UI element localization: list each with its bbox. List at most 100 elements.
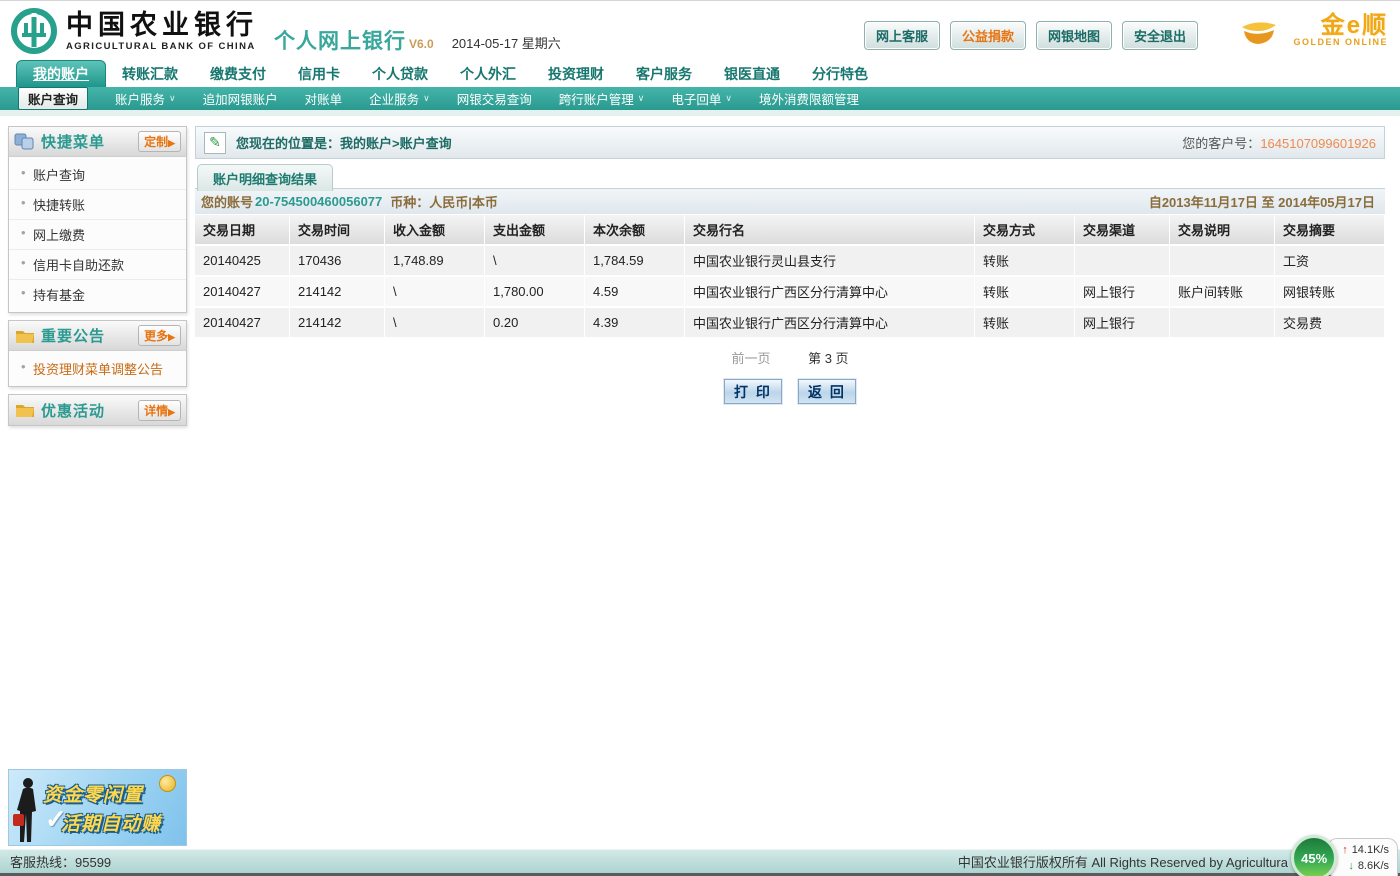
sub-nav-item[interactable]: 电子回单 ∨ bbox=[671, 89, 732, 108]
table-cell: 网上银行 bbox=[1075, 277, 1170, 308]
table-cell: 中国农业银行广西区分行清算中心 bbox=[685, 308, 975, 339]
more-notices-button[interactable]: 更多▶ bbox=[138, 325, 181, 346]
location-pencil-icon: ✎ bbox=[204, 131, 226, 154]
print-button[interactable]: 打 印 bbox=[724, 379, 782, 404]
copyright-text: 中国农业银行版权所有 All Rights Reserved by Agricu… bbox=[957, 855, 1288, 870]
table-cell: 转账 bbox=[975, 308, 1075, 339]
main-nav-item[interactable]: 信用卡 bbox=[282, 61, 356, 87]
quick-menu-box: 快捷菜单 定制▶ 账户查询快捷转账网上缴费信用卡自助还款持有基金 bbox=[8, 126, 187, 313]
details-button[interactable]: 详情▶ bbox=[138, 399, 181, 421]
quick-menu-list: 账户查询快捷转账网上缴费信用卡自助还款持有基金 bbox=[9, 157, 186, 312]
table-header-cell: 交易行名 bbox=[685, 215, 975, 246]
customer-number-value: 1645107099601926 bbox=[1260, 136, 1376, 151]
download-speed: 8.6K/s bbox=[1357, 860, 1389, 872]
table-header-cell: 交易时间 bbox=[290, 215, 385, 246]
main-nav-item[interactable]: 个人贷款 bbox=[356, 61, 444, 87]
table-cell: 20140427 bbox=[195, 277, 290, 308]
table-head: 交易日期 交易时间 收入金额 支出金额 本次余额 交易行名 交易方式 交易渠道 交易说明 交易摘要 bbox=[195, 215, 1385, 246]
promotions-header: 优惠活动 详情▶ bbox=[9, 395, 186, 425]
table-cell: 网银转账 bbox=[1275, 277, 1385, 308]
main-nav-item[interactable]: 投资理财 bbox=[532, 61, 620, 87]
sidebar: 快捷菜单 定制▶ 账户查询快捷转账网上缴费信用卡自助还款持有基金 重要公告 更多… bbox=[8, 126, 187, 433]
footer: 客服热线：95599 中国农业银行版权所有 All Rights Reserve… bbox=[0, 849, 1400, 873]
ad-banner[interactable]: 资金零闲置 ✓ 活期自动赚 bbox=[8, 769, 187, 846]
transactions-table: 交易日期 交易时间 收入金额 支出金额 本次余额 交易行名 交易方式 交易渠道 交易说明 交易摘要… bbox=[195, 215, 1385, 339]
main-nav-item[interactable]: 转账汇款 bbox=[106, 61, 194, 87]
coin-icon bbox=[159, 775, 176, 792]
table-cell: 转账 bbox=[975, 246, 1075, 277]
table-cell: 网上银行 bbox=[1075, 308, 1170, 339]
right-arrow-icon: ▶ bbox=[168, 138, 175, 148]
notices-list: 投资理财菜单调整公告 bbox=[9, 351, 186, 386]
main-nav-item[interactable]: 银医直通 bbox=[708, 61, 796, 87]
table-header-cell: 交易渠道 bbox=[1075, 215, 1170, 246]
table-cell: 214142 bbox=[290, 308, 385, 339]
table-cell: 170436 bbox=[290, 246, 385, 277]
table-cell bbox=[1075, 246, 1170, 277]
sub-nav: 账户查询 账户服务 ∨ 追加网银账户 对账单 企业服务 ∨ 网银交易查询 跨行账户管理 ∨ 电子回单… bbox=[0, 87, 1400, 110]
table-header-cell: 交易方式 bbox=[975, 215, 1075, 246]
table-row: 20140425 170436 1,748.89 \ 1,784.59 中国农业银行灵山县… bbox=[195, 246, 1385, 277]
table-cell: 4.39 bbox=[585, 308, 685, 339]
currency-text: 币种：人民币|本币 bbox=[390, 195, 498, 210]
table-cell: 中国农业银行灵山县支行 bbox=[685, 246, 975, 277]
header-link-网上客服[interactable]: 网上客服 bbox=[863, 20, 940, 50]
sub-nav-item[interactable]: 境外消费限额管理 bbox=[759, 89, 859, 108]
notice-item[interactable]: 投资理财菜单调整公告 bbox=[9, 354, 186, 383]
table-row: 20140427 214142 \ 0.20 4.39 中国农业银行广西区分行清算中心 转账… bbox=[195, 308, 1385, 339]
current-page-label: 第 3 页 bbox=[808, 351, 849, 366]
tab-account-detail-results[interactable]: 账户明细查询结果 bbox=[197, 164, 334, 191]
sub-nav-item[interactable]: 网银交易查询 bbox=[457, 89, 532, 108]
main-nav-item[interactable]: 个人外汇 bbox=[444, 61, 532, 87]
table-header-cell: 收入金额 bbox=[385, 215, 485, 246]
main-nav-item[interactable]: 客户服务 bbox=[620, 61, 708, 87]
header-link-公益捐款[interactable]: 公益捐款 bbox=[949, 20, 1026, 50]
top-header: 中国农业银行 AGRICULTURAL BANK OF CHINA 个人网上银行… bbox=[0, 1, 1400, 61]
breadcrumb: 您现在的位置是：我的账户>账户查询 bbox=[236, 136, 452, 151]
notices-header: 重要公告 更多▶ bbox=[9, 321, 186, 351]
table-cell: 工资 bbox=[1275, 246, 1385, 277]
sub-nav-item[interactable]: 跨行账户管理 ∨ bbox=[559, 89, 645, 108]
product-version: V6.0 bbox=[409, 37, 434, 51]
customize-button[interactable]: 定制▶ bbox=[138, 131, 181, 152]
prev-page-link[interactable]: 前一页 bbox=[731, 351, 770, 366]
sub-nav-item[interactable]: 追加网银账户 bbox=[203, 89, 278, 108]
table-cell bbox=[1170, 246, 1275, 277]
table-cell: 20140427 bbox=[195, 308, 290, 339]
table-header-row: 交易日期 交易时间 收入金额 支出金额 本次余额 交易行名 交易方式 交易渠道 交易说明 交易摘要 bbox=[195, 215, 1385, 246]
main-nav-item[interactable]: 缴费支付 bbox=[194, 61, 282, 87]
header-link-网银地图[interactable]: 网银地图 bbox=[1035, 20, 1112, 50]
main-nav-item[interactable]: 分行特色 bbox=[796, 61, 884, 87]
sidebar-item[interactable]: 持有基金 bbox=[9, 280, 186, 309]
chevron-down-icon: ∨ bbox=[423, 93, 430, 103]
sub-nav-item[interactable]: 账户服务 ∨ bbox=[115, 89, 176, 108]
ad-woman-figure bbox=[13, 778, 36, 842]
sidebar-item[interactable]: 网上缴费 bbox=[9, 220, 186, 250]
table-header-cell: 支出金额 bbox=[485, 215, 585, 246]
quick-menu-icon bbox=[14, 133, 34, 149]
table-cell: 交易费 bbox=[1275, 308, 1385, 339]
action-buttons: 打 印 返 回 bbox=[195, 379, 1385, 404]
sidebar-item[interactable]: 信用卡自助还款 bbox=[9, 250, 186, 280]
notices-title: 重要公告 bbox=[41, 328, 106, 345]
table-cell: 1,780.00 bbox=[485, 277, 585, 308]
account-label: 您的账号 bbox=[201, 195, 254, 210]
promotions-title: 优惠活动 bbox=[41, 402, 106, 420]
nav-divider-strip bbox=[0, 110, 1400, 116]
sub-nav-item[interactable]: 企业服务 ∨ bbox=[369, 89, 430, 108]
sub-nav-item[interactable]: 账户查询 bbox=[18, 87, 89, 110]
result-tab-strip: 账户明细查询结果 bbox=[195, 164, 1385, 191]
main-nav-item[interactable]: 我的账户 bbox=[16, 60, 106, 87]
sidebar-item[interactable]: 账户查询 bbox=[9, 160, 186, 190]
account-info-bar: 您的账号 20-754500460056077 币种：人民币|本币 自2013年… bbox=[195, 188, 1385, 214]
table-cell: 4.59 bbox=[585, 277, 685, 308]
speed-gauge[interactable]: 45% bbox=[1291, 835, 1338, 876]
header-link-安全退出[interactable]: 安全退出 bbox=[1121, 20, 1198, 50]
table-row: 20140427 214142 \ 1,780.00 4.59 中国农业银行广西区分行清算… bbox=[195, 277, 1385, 308]
back-button[interactable]: 返 回 bbox=[798, 379, 856, 404]
table-cell: 214142 bbox=[290, 277, 385, 308]
header-date: 2014-05-17 星期六 bbox=[451, 35, 561, 51]
sub-nav-item[interactable]: 对账单 bbox=[305, 89, 343, 108]
sidebar-item[interactable]: 快捷转账 bbox=[9, 190, 186, 220]
bank-name-en: AGRICULTURAL BANK OF CHINA bbox=[66, 40, 256, 52]
